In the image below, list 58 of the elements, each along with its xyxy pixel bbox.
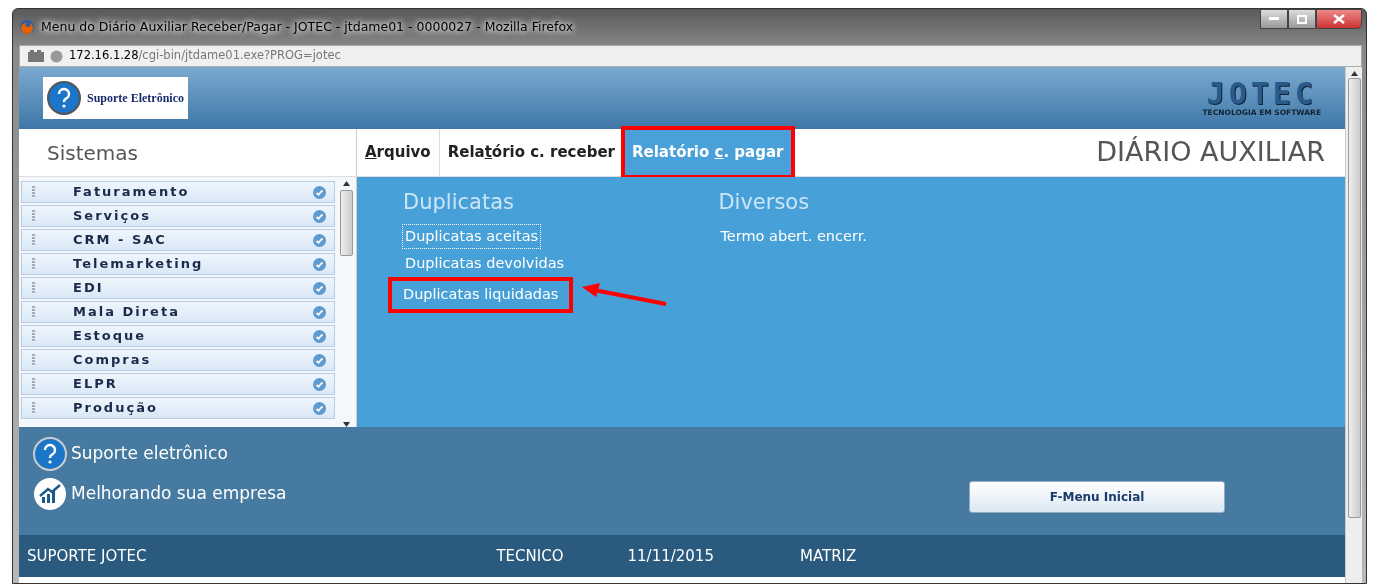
scroll-up-icon[interactable] [1350,71,1358,76]
sidebar-item[interactable]: Telemarketing [21,253,335,275]
grip-icon [32,306,35,318]
column-heading: Diversos [718,189,811,216]
check-icon [313,329,326,343]
close-icon [1333,14,1345,24]
grip-icon [32,282,35,294]
sidebar-item[interactable]: ELPR [21,373,335,395]
sidebar-item[interactable]: CRM - SAC [21,229,335,251]
chart-icon [33,477,67,511]
grip-icon [32,378,35,390]
check-icon [313,209,326,223]
sidebar-item[interactable]: Estoque [21,325,335,347]
grip-icon [32,186,35,198]
grip-icon [32,402,35,414]
column-heading: Duplicatas [403,189,515,216]
help-icon [33,437,67,471]
check-icon [313,377,326,391]
check-icon [313,233,326,247]
minimize-button[interactable] [1260,9,1288,29]
maximize-icon [1297,14,1307,24]
sidebar-item[interactable]: Mala Direta [21,301,335,323]
maximize-button[interactable] [1288,9,1316,29]
check-icon [313,353,326,367]
check-icon [313,281,326,295]
status-text: 11/11/2015 [627,545,714,567]
check-icon [313,185,326,199]
grip-icon [32,234,35,246]
sidebar-item[interactable]: Serviços [21,205,335,227]
footer-link[interactable]: Suporte eletrônico [71,441,228,467]
scroll-up-icon[interactable] [342,181,350,186]
minimize-icon [1269,17,1279,21]
grip-icon [32,258,35,270]
grip-icon [32,354,35,366]
close-button[interactable] [1316,9,1362,29]
sidebar-item[interactable]: Faturamento [21,181,335,203]
firefox-icon [19,19,35,35]
status-text: SUPORTE JOTEC [27,545,147,567]
sidebar-item[interactable]: Compras [21,349,335,371]
scroll-thumb[interactable] [1347,78,1361,518]
support-logo[interactable]: Suporte Eletrônico [43,77,188,119]
scrollbar[interactable] [1345,67,1362,583]
sidebar-item[interactable]: Produção [21,397,335,419]
scroll-thumb[interactable] [339,190,353,256]
status-text: MATRIZ [799,545,857,567]
status-text: TECNICO [496,545,564,567]
scrollbar[interactable] [338,181,354,427]
check-icon [313,257,326,271]
footer-link[interactable]: Melhorando sua empresa [71,481,287,507]
check-icon [313,401,326,415]
grip-icon [32,210,35,222]
window-title: Menu do Diário Auxiliar Receber/Pagar - JOTEC - jtdame01 - 0000027 - Mozilla Firefox [41,17,574,36]
page-title: DIÁRIO AUXILIAR [1096,135,1326,170]
grip-icon [32,330,35,342]
sidebar-item[interactable]: EDI [21,277,335,299]
main-menu-button[interactable]: F-Menu Inicial [969,481,1225,513]
logo: JOTEC [1206,79,1317,110]
check-icon [313,305,326,319]
